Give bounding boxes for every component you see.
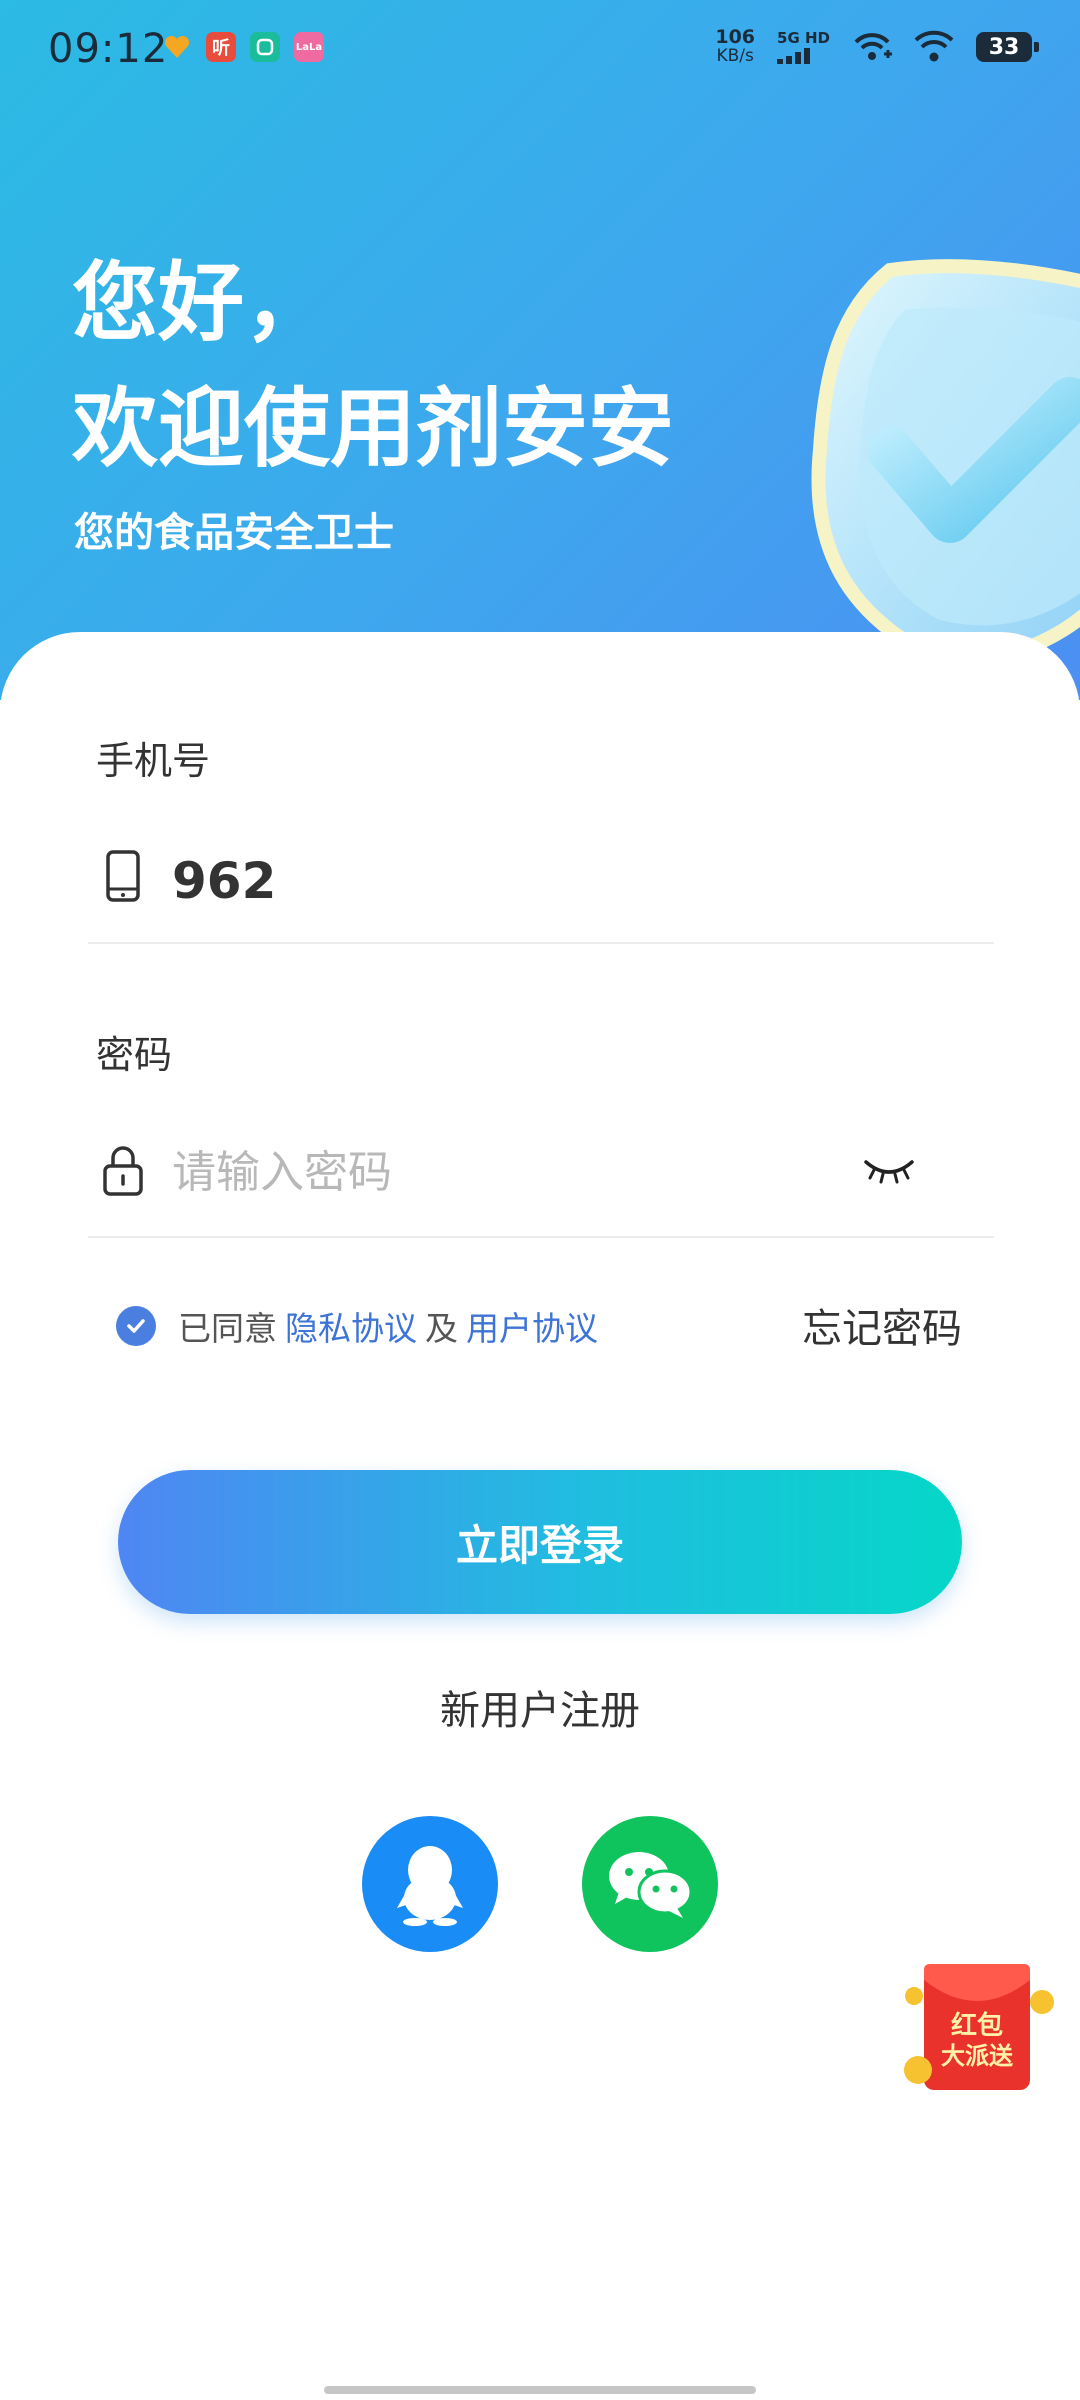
welcome-text: 欢迎使用剂安安 xyxy=(72,379,674,479)
wifi-icon xyxy=(914,30,954,62)
home-indicator[interactable] xyxy=(324,2386,756,2394)
shield-check-icon xyxy=(811,259,1080,665)
register-link: 新用户注册 xyxy=(0,1678,1080,1736)
notification-icons: 听 LaLa xyxy=(162,32,324,62)
login-button[interactable]: 立即登录 xyxy=(118,1470,962,1614)
register-button[interactable]: 新用户注册 xyxy=(440,1688,640,1734)
hero-title: 您好， 欢迎使用剂安安 xyxy=(72,240,674,492)
battery-icon: 33 xyxy=(976,32,1039,62)
status-indicators: 106 KB/s 5G HD 33 xyxy=(715,26,1039,66)
phone-field[interactable]: 962 xyxy=(88,812,994,944)
wechat-login-button[interactable] xyxy=(582,1816,718,1952)
red-packet-line2: 大派送 xyxy=(941,2042,1014,2070)
status-time: 09:12 xyxy=(48,26,169,72)
phone-value[interactable]: 962 xyxy=(172,852,276,910)
agreement-and: 及 xyxy=(425,1309,458,1348)
lock-icon xyxy=(103,1146,143,1196)
qq-login-button[interactable] xyxy=(362,1816,498,1952)
qq-penguin-icon xyxy=(397,1846,463,1926)
data-wifi-icon xyxy=(854,33,892,60)
hero-banner: 09:12 听 LaLa 106 KB/s 5G HD 33 您好， 欢迎使用剂… xyxy=(0,0,1080,700)
greeting-text: 您好， xyxy=(72,253,330,353)
password-input[interactable] xyxy=(172,1142,852,1202)
privacy-policy-link[interactable]: 隐私协议 xyxy=(285,1302,417,1350)
red-packet-line1: 红包 xyxy=(951,2010,1003,2041)
red-packet-promo-icon[interactable]: 红包 大派送 xyxy=(900,1960,1060,2100)
status-bar: 09:12 听 LaLa 106 KB/s 5G HD 33 xyxy=(0,0,1080,100)
lala-app-icon: LaLa xyxy=(294,32,324,62)
agreement-row: 已同意 隐私协议 及 用户协议 xyxy=(116,1302,598,1350)
cellular-signal-icon: 5G HD xyxy=(777,30,830,64)
phone-label: 手机号 xyxy=(96,739,211,783)
password-label: 密码 xyxy=(96,1033,173,1077)
checkmark-icon xyxy=(127,1319,145,1333)
user-agreement-link[interactable]: 用户协议 xyxy=(466,1302,598,1350)
mi-home-app-icon xyxy=(250,32,280,62)
forgot-password-link[interactable]: 忘记密码 xyxy=(802,1296,962,1354)
heart-app-icon xyxy=(162,32,192,62)
phone-icon xyxy=(106,850,140,902)
listen-app-icon: 听 xyxy=(206,32,236,62)
agreement-checkbox[interactable] xyxy=(116,1306,156,1346)
eye-closed-icon[interactable] xyxy=(862,1150,916,1190)
network-speed: 106 KB/s xyxy=(715,26,756,66)
password-field[interactable] xyxy=(88,1106,994,1238)
agreement-prefix: 已同意 xyxy=(178,1309,277,1348)
wechat-icon xyxy=(609,1852,693,1918)
hero-subtitle: 您的食品安全卫士 xyxy=(74,510,394,556)
